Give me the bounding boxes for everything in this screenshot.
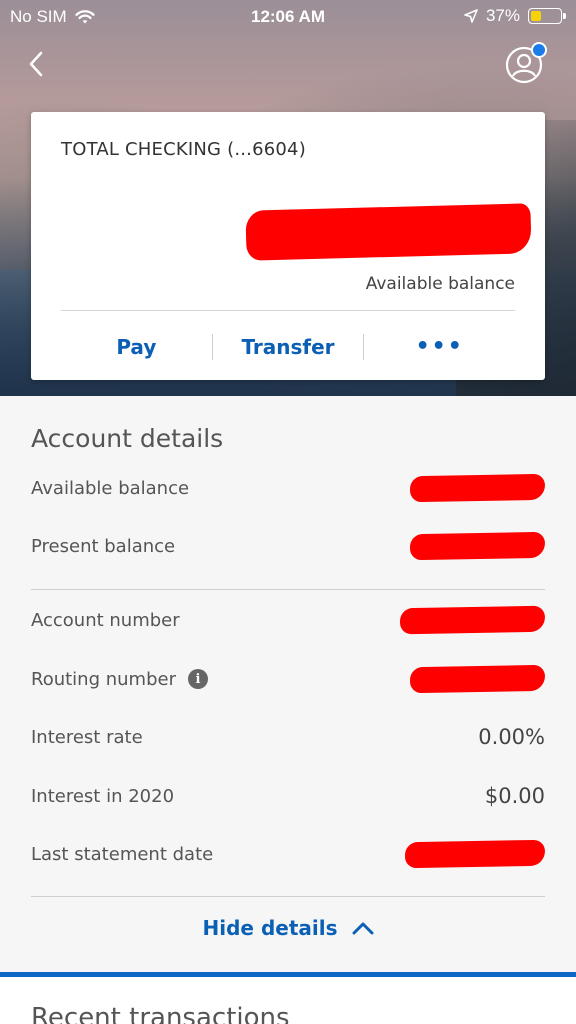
chevron-left-icon — [29, 51, 43, 77]
value-redaction — [409, 664, 546, 694]
value-redaction — [409, 531, 546, 561]
value-redaction — [409, 473, 546, 503]
battery-icon — [528, 8, 566, 24]
section-title: Account details — [31, 424, 224, 453]
info-icon[interactable]: i — [187, 669, 208, 689]
detail-label: Interest in 2020 — [31, 785, 175, 807]
recent-transactions-section: Recent transactions — [0, 977, 576, 1024]
account-name: TOTAL CHECKING (...6604) — [61, 139, 306, 160]
hide-details-button[interactable]: Hide details — [0, 916, 576, 940]
status-right: 37% — [464, 6, 566, 26]
status-bar: No SIM 12:06 AM 37% — [0, 0, 576, 34]
available-balance-label: Available balance — [365, 274, 515, 294]
chevron-up-icon — [352, 922, 373, 935]
detail-row-present-balance: Present balance — [31, 526, 546, 566]
card-actions: Pay Transfer ••• — [61, 327, 515, 367]
back-button[interactable] — [18, 46, 54, 82]
hide-details-label: Hide details — [202, 916, 338, 940]
detail-row-interest-rate: Interest rate 0.00% — [31, 717, 545, 757]
row-divider — [31, 589, 545, 590]
detail-label: Account number — [31, 609, 180, 631]
value-redaction — [404, 839, 546, 869]
detail-label: Present balance — [31, 535, 176, 557]
profile-button[interactable] — [503, 42, 547, 86]
battery-percent: 37% — [485, 6, 520, 25]
detail-label: Available balance — [31, 477, 190, 499]
value-redaction — [399, 605, 546, 635]
detail-row-account-number: Account number — [31, 600, 546, 640]
card-divider — [61, 310, 515, 311]
more-options-button[interactable]: ••• — [364, 336, 515, 358]
pay-button[interactable]: Pay — [61, 335, 212, 359]
detail-row-routing-number: Routing number i — [31, 659, 546, 699]
row-divider — [31, 896, 545, 897]
battery-fill — [531, 11, 542, 21]
notification-dot — [531, 42, 547, 58]
detail-row-last-statement: Last statement date — [31, 834, 546, 874]
detail-label: Last statement date — [31, 843, 214, 865]
detail-row-available-balance: Available balance — [31, 468, 546, 508]
balance-redaction — [245, 203, 532, 261]
account-details-section: Account details Available balance Presen… — [0, 396, 576, 972]
detail-value: $0.00 — [484, 784, 545, 808]
location-arrow-icon — [464, 9, 478, 23]
recent-transactions-title: Recent transactions — [31, 1003, 290, 1024]
transfer-button[interactable]: Transfer — [213, 335, 364, 359]
detail-label: Routing number — [31, 668, 176, 690]
detail-label: Interest rate — [31, 726, 143, 748]
detail-row-interest-year: Interest in 2020 $0.00 — [31, 776, 545, 816]
account-card[interactable]: TOTAL CHECKING (...6604) Available balan… — [31, 112, 545, 380]
detail-label-routing: Routing number i — [31, 669, 208, 690]
detail-value: 0.00% — [478, 725, 545, 749]
